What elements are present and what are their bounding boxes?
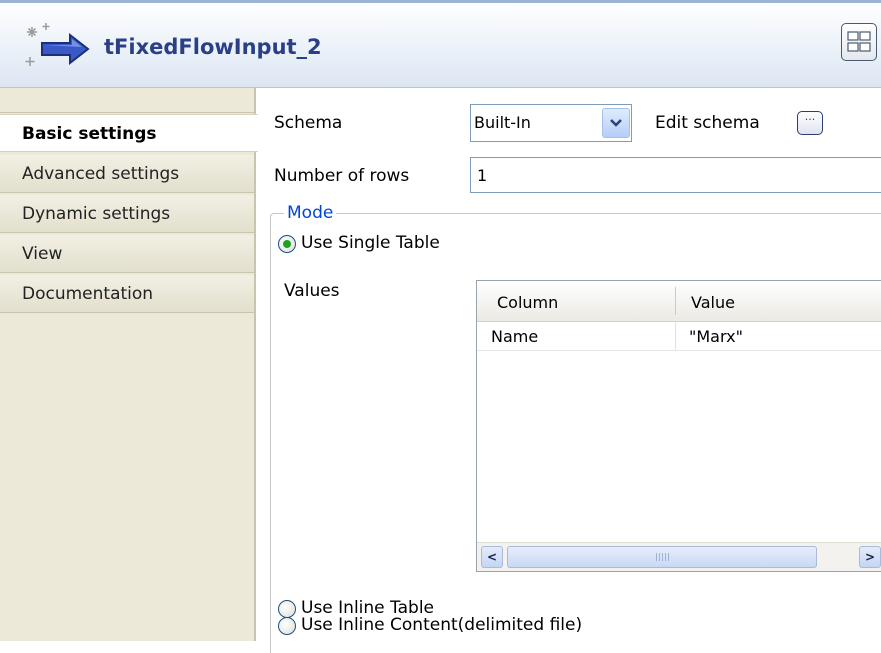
tab-documentation[interactable]: Documentation [0, 275, 254, 313]
number-of-rows-value: 1 [477, 166, 488, 185]
schema-label: Schema [274, 113, 343, 133]
use-inline-table-radio[interactable] [278, 600, 296, 618]
grid-layout-icon [847, 31, 871, 52]
edit-schema-label: Edit schema [655, 113, 760, 133]
column-header-value[interactable]: Value [691, 293, 735, 312]
use-single-table-label[interactable]: Use Single Table [301, 233, 440, 253]
fixed-flow-input-icon [25, 23, 90, 66]
values-table[interactable]: Column Value Name "Marx" < > [476, 280, 881, 572]
view-toggle-button[interactable] [841, 23, 877, 61]
values-label: Values [284, 281, 340, 301]
mode-legend: Mode [284, 203, 337, 223]
number-of-rows-input[interactable]: 1 [470, 157, 881, 193]
tab-basic-settings[interactable]: Basic settings [0, 114, 258, 152]
table-row[interactable]: Name "Marx" [477, 322, 881, 351]
schema-select[interactable]: Built-In [470, 104, 632, 142]
values-table-header: Column Value [477, 281, 881, 322]
schema-select-value: Built-In [474, 113, 531, 132]
table-cell-value[interactable]: "Marx" [689, 327, 743, 346]
column-header-column[interactable]: Column [497, 293, 558, 312]
horizontal-scrollbar[interactable]: < > [477, 542, 881, 571]
tab-dynamic-settings[interactable]: Dynamic settings [0, 195, 254, 233]
scroll-left-icon[interactable]: < [481, 546, 503, 568]
table-cell-column[interactable]: Name [491, 327, 538, 346]
use-inline-content-label[interactable]: Use Inline Content(delimited file) [301, 615, 582, 635]
use-inline-content-radio[interactable] [278, 617, 296, 635]
scrollbar-thumb[interactable] [507, 546, 817, 568]
number-of-rows-label: Number of rows [274, 166, 410, 186]
component-header: tFixedFlowInput_2 [0, 0, 881, 88]
tab-view[interactable]: View [0, 235, 254, 273]
scroll-right-icon[interactable]: > [859, 546, 881, 568]
component-title: tFixedFlowInput_2 [104, 35, 322, 59]
edit-schema-button[interactable]: ··· [797, 111, 823, 135]
chevron-down-icon[interactable] [602, 108, 630, 138]
use-single-table-radio[interactable] [278, 235, 296, 253]
tab-advanced-settings[interactable]: Advanced settings [0, 155, 254, 193]
